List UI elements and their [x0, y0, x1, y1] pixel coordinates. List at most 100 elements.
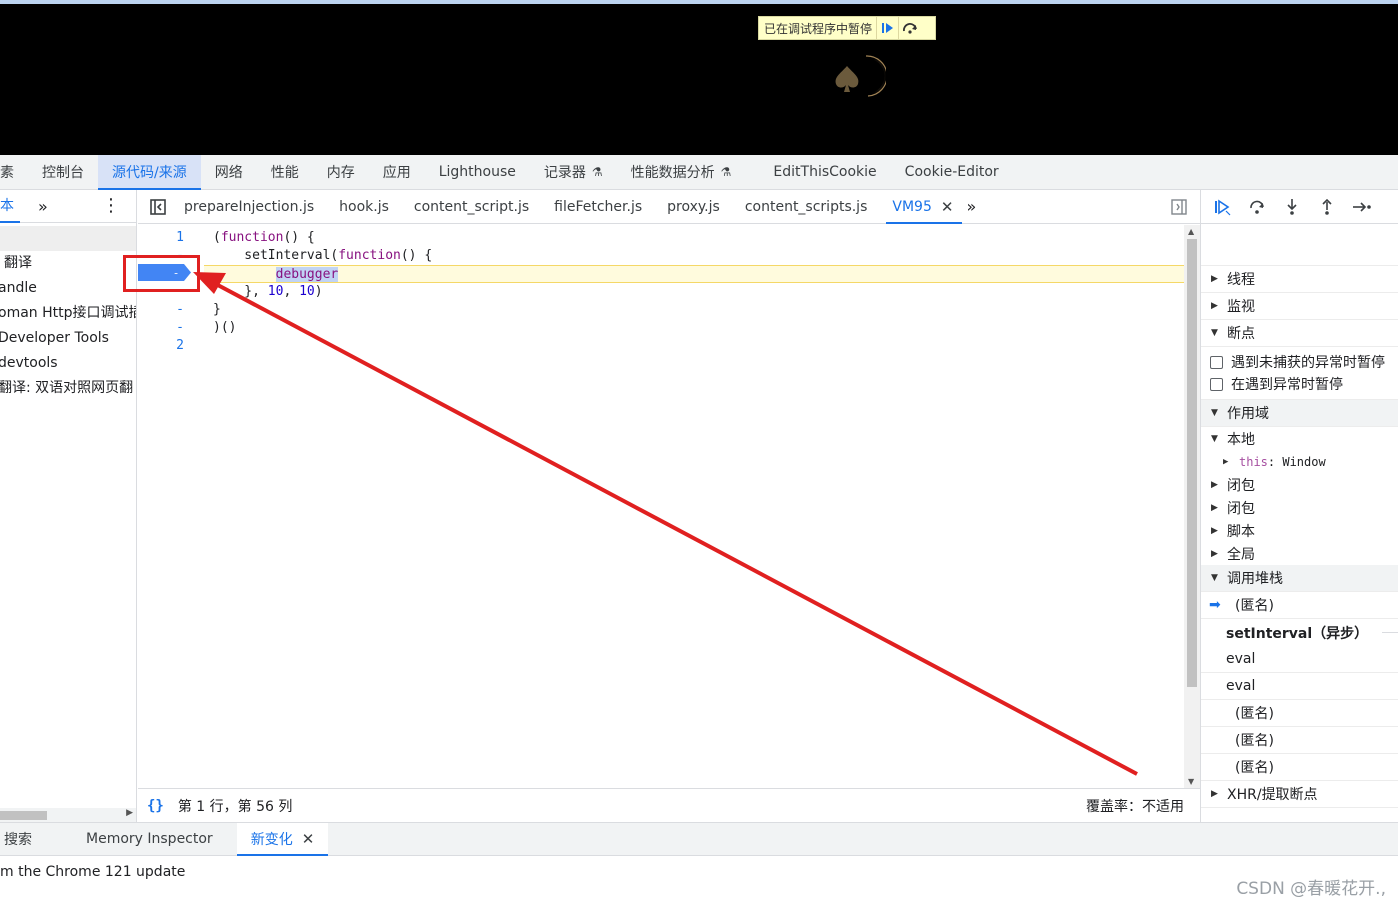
navigator-item[interactable]: 翻译 [0, 251, 136, 276]
step-icon[interactable] [1351, 196, 1373, 218]
toggle-navigator-icon[interactable] [138, 190, 178, 223]
step-over-icon[interactable] [898, 17, 920, 39]
close-icon[interactable]: ✕ [941, 198, 954, 216]
file-tab-label: content_scripts.js [744, 198, 868, 215]
tab-recorder[interactable]: 记录器 ⚗ [530, 155, 617, 189]
scrollbar-thumb[interactable] [0, 811, 47, 820]
file-tab-active[interactable]: VM95 ✕ [886, 190, 972, 224]
navigator-selected-row[interactable] [0, 226, 136, 251]
scroll-down-icon[interactable]: ▼ [1188, 777, 1194, 786]
navigator-scrollbar[interactable]: ▶ [0, 808, 136, 822]
triangle-right-icon: ▶ [1211, 789, 1218, 799]
scope-closure[interactable]: ▶ 闭包 [1201, 473, 1398, 496]
line-number[interactable]: - [138, 319, 190, 337]
drawer-tab-memory-inspector[interactable]: Memory Inspector [72, 823, 237, 855]
kebab-icon[interactable]: ⋮ [102, 197, 120, 215]
code-line[interactable]: - setInterval(function() { [138, 247, 1184, 265]
double-chevron-right-icon[interactable]: » [38, 197, 48, 216]
code-token: , [283, 284, 300, 299]
pause-on-caught-checkbox[interactable]: 在遇到异常时暂停 [1201, 373, 1398, 395]
triangle-down-icon: ▼ [1211, 408, 1218, 418]
resume-icon[interactable] [1211, 196, 1233, 218]
file-tab[interactable]: fileFetcher.js [548, 190, 661, 223]
scope-local[interactable]: ▼ 本地 [1201, 427, 1398, 450]
tab-performance-insights[interactable]: 性能数据分析 ⚗ [617, 155, 760, 189]
breakpoint-options: 遇到未捕获的异常时暂停 在遇到异常时暂停 [1201, 347, 1398, 400]
pretty-print-icon[interactable]: {} [147, 798, 164, 814]
frame-label: (匿名) [1235, 598, 1274, 614]
resume-icon[interactable] [876, 17, 898, 39]
scope-script[interactable]: ▶ 脚本 [1201, 519, 1398, 542]
code-editor[interactable]: - 1 (function() {- setInterval(function()… [138, 225, 1184, 788]
navigator-tab-page[interactable]: 本 [0, 190, 20, 223]
navigator-item[interactable]: andle [0, 276, 136, 301]
call-frame[interactable]: (匿名) [1201, 754, 1398, 781]
code-line[interactable]: 2 [138, 337, 1184, 355]
tab-console[interactable]: 控制台 [28, 155, 98, 189]
scope-label: 本地 [1227, 431, 1255, 448]
step-over-icon[interactable] [1246, 196, 1268, 218]
frame-label: (匿名) [1235, 706, 1274, 722]
scope-closure[interactable]: ▶ 闭包 [1201, 496, 1398, 519]
whats-new-heading[interactable]: m the Chrome 121 update [0, 864, 185, 880]
scroll-up-icon[interactable]: ▲ [1188, 227, 1194, 236]
code-line[interactable]: 1 (function() { [138, 229, 1184, 247]
section-scope[interactable]: ▼ 作用域 [1201, 400, 1398, 427]
drawer-content: m the Chrome 121 update CSDN @春暖花开., [0, 856, 1398, 903]
step-into-icon[interactable] [1281, 196, 1303, 218]
tab-cookie-editor[interactable]: Cookie-Editor [891, 155, 1013, 189]
file-tab[interactable]: hook.js [333, 190, 408, 223]
tab-lighthouse[interactable]: Lighthouse [425, 155, 530, 189]
file-tab[interactable]: prepareInjection.js [178, 190, 333, 223]
file-tab[interactable]: proxy.js [661, 190, 739, 223]
call-frame[interactable]: eval [1201, 646, 1398, 673]
navigator-item[interactable]: oman Http接口调试插 [0, 301, 136, 326]
file-tab[interactable]: content_script.js [408, 190, 548, 223]
navigator-item[interactable]: 翻译: 双语对照网页翻 [0, 376, 136, 401]
pause-on-uncaught-checkbox[interactable]: 遇到未捕获的异常时暂停 [1201, 351, 1398, 373]
editor-scrollbar[interactable]: ▲ ▼ [1184, 225, 1200, 788]
code-line[interactable]: - }, 10, 10) [138, 283, 1184, 301]
call-frame[interactable]: (匿名) [1201, 700, 1398, 727]
close-icon[interactable]: ✕ [302, 830, 315, 848]
section-xhr-breakpoints[interactable]: ▶ XHR/提取断点 [1201, 781, 1398, 808]
navigator-item[interactable]: devtools [0, 351, 136, 376]
scroll-right-icon[interactable]: ▶ [126, 808, 133, 818]
tab-performance[interactable]: 性能 [257, 155, 313, 189]
checkbox-icon[interactable] [1210, 355, 1223, 369]
tab-label: Memory Inspector [86, 831, 213, 847]
file-tab[interactable]: content_scripts.js [739, 190, 887, 223]
line-number[interactable]: - [138, 301, 190, 319]
navigator-item[interactable]: Developer Tools [0, 326, 136, 351]
code-line[interactable]: -)() [138, 319, 1184, 337]
tab-editthiscookie[interactable]: EditThisCookie [759, 155, 890, 189]
step-out-icon[interactable] [1316, 196, 1338, 218]
drawer-tab-search[interactable]: 搜索 [0, 823, 72, 855]
tab-network[interactable]: 网络 [201, 155, 257, 189]
tab-memory[interactable]: 内存 [313, 155, 369, 189]
section-breakpoints[interactable]: ▼ 断点 [1201, 320, 1398, 347]
call-frame-selected[interactable]: ➡ (匿名) [1201, 592, 1398, 619]
line-number[interactable]: 1 [138, 229, 190, 247]
call-frame[interactable]: eval [1201, 673, 1398, 700]
number-token: 10 [267, 284, 284, 299]
tab-label: 应用 [382, 165, 411, 181]
section-threads[interactable]: ▶ 线程 [1201, 266, 1398, 293]
code-line[interactable]: -} [138, 301, 1184, 319]
scrollbar-thumb[interactable] [1187, 239, 1197, 687]
toggle-debugger-sidebar-icon[interactable] [1170, 198, 1188, 216]
section-call-stack[interactable]: ▼ 调用堆栈 [1201, 565, 1398, 592]
scope-global[interactable]: ▶ 全局 [1201, 542, 1398, 565]
checkbox-label: 遇到未捕获的异常时暂停 [1231, 355, 1385, 371]
tab-elements[interactable]: 素 [0, 155, 28, 189]
call-frame[interactable]: (匿名) [1201, 727, 1398, 754]
line-number[interactable]: 2 [138, 337, 190, 355]
drawer-tab-whats-new[interactable]: 新变化 ✕ [236, 823, 329, 856]
checkbox-icon[interactable] [1210, 377, 1223, 391]
section-watch[interactable]: ▶ 监视 [1201, 293, 1398, 320]
file-tab-label: prepareInjection.js [184, 198, 315, 215]
tab-application[interactable]: 应用 [369, 155, 425, 189]
scope-this-row[interactable]: ▶ this: Window [1201, 450, 1398, 473]
code-line-paused[interactable]: - debugger [204, 265, 1184, 283]
tab-sources[interactable]: 源代码/来源 [98, 155, 201, 190]
